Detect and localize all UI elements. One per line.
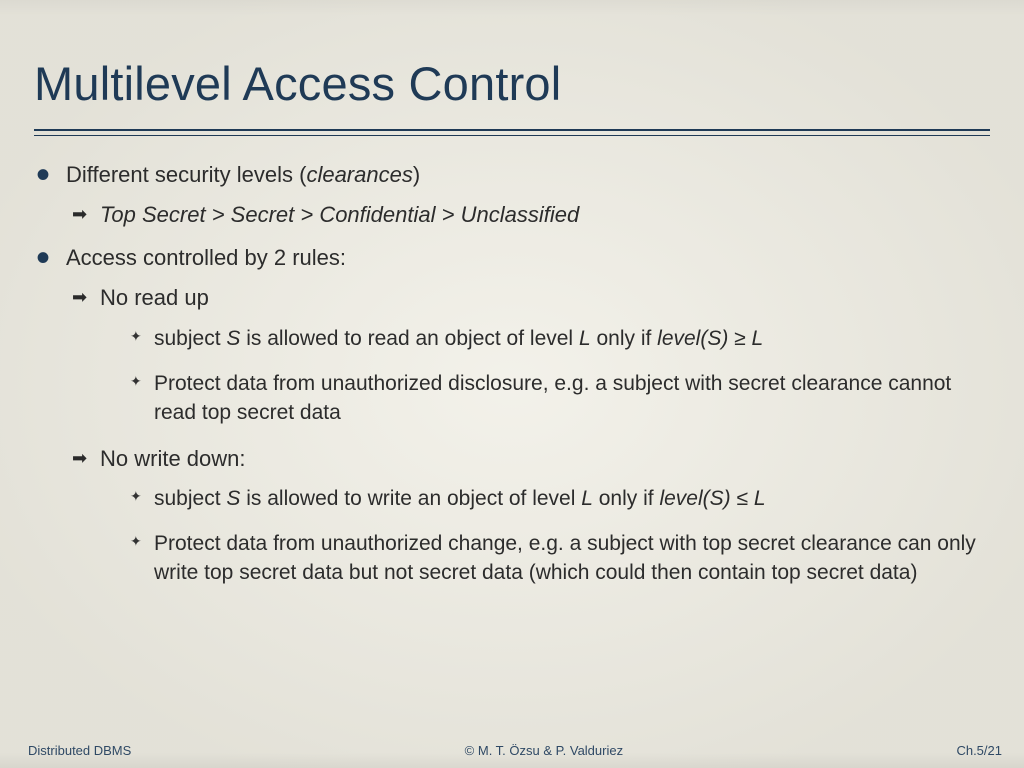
slide-footer: Distributed DBMS © M. T. Özsu & P. Valdu…	[0, 743, 1024, 758]
bullet-item-1: Different security levels (clearances) T…	[34, 160, 990, 229]
r2p1-op: ≤	[731, 487, 754, 510]
rule1-point1: subject S is allowed to read an object o…	[130, 325, 990, 354]
r1p1-s: S	[226, 327, 240, 350]
bullet1-sub1-text: Top Secret > Secret > Confidential > Unc…	[100, 202, 579, 227]
footer-left: Distributed DBMS	[28, 743, 131, 758]
r1p1-l2: L	[752, 327, 764, 350]
r1p1-mid2: only if	[591, 327, 658, 350]
rule2-title: No write down:	[100, 446, 246, 471]
rule1-point2: Protect data from unauthorized disclosur…	[130, 370, 990, 428]
bullet2-text: Access controlled by 2 rules:	[66, 245, 346, 270]
rule2-points: subject S is allowed to write an object …	[100, 485, 990, 588]
r2p1-l: L	[581, 487, 593, 510]
bullet1-sub1: Top Secret > Secret > Confidential > Unc…	[76, 200, 990, 230]
rule2-point1: subject S is allowed to write an object …	[130, 485, 990, 514]
footer-right: Ch.5/21	[956, 743, 1002, 758]
bullet-list: Different security levels (clearances) T…	[34, 160, 990, 588]
slide: Multilevel Access Control Different secu…	[0, 0, 1024, 768]
bullet2-sublist: No read up subject S is allowed to read …	[66, 283, 990, 588]
r2p1-l2: L	[754, 487, 766, 510]
bullet1-text-post: )	[413, 162, 420, 187]
r1p1-pre: subject	[154, 327, 226, 350]
bullet1-em: clearances	[306, 162, 412, 187]
r2p1-levels: level(S)	[659, 487, 730, 510]
r1p1-levels: level(S)	[657, 327, 728, 350]
rule-no-read-up: No read up subject S is allowed to read …	[76, 283, 990, 428]
title-divider	[34, 129, 990, 136]
rule-no-write-down: No write down: subject S is allowed to w…	[76, 444, 990, 589]
r2p1-pre: subject	[154, 487, 226, 510]
slide-title: Multilevel Access Control	[34, 56, 990, 111]
bullet1-text-pre: Different security levels (	[66, 162, 306, 187]
r1p1-l: L	[579, 327, 591, 350]
r1p1-mid: is allowed to read an object of level	[240, 327, 579, 350]
footer-center: © M. T. Özsu & P. Valduriez	[131, 743, 956, 758]
bullet-item-2: Access controlled by 2 rules: No read up…	[34, 243, 990, 588]
rule2-point2: Protect data from unauthorized change, e…	[130, 530, 990, 588]
r2p1-s: S	[226, 487, 240, 510]
r2p1-mid: is allowed to write an object of level	[240, 487, 581, 510]
rule1-points: subject S is allowed to read an object o…	[100, 325, 990, 428]
r2p1-mid2: only if	[593, 487, 660, 510]
bullet1-sublist: Top Secret > Secret > Confidential > Unc…	[66, 200, 990, 230]
rule1-title: No read up	[100, 285, 209, 310]
r1p1-op: ≥	[728, 327, 751, 350]
